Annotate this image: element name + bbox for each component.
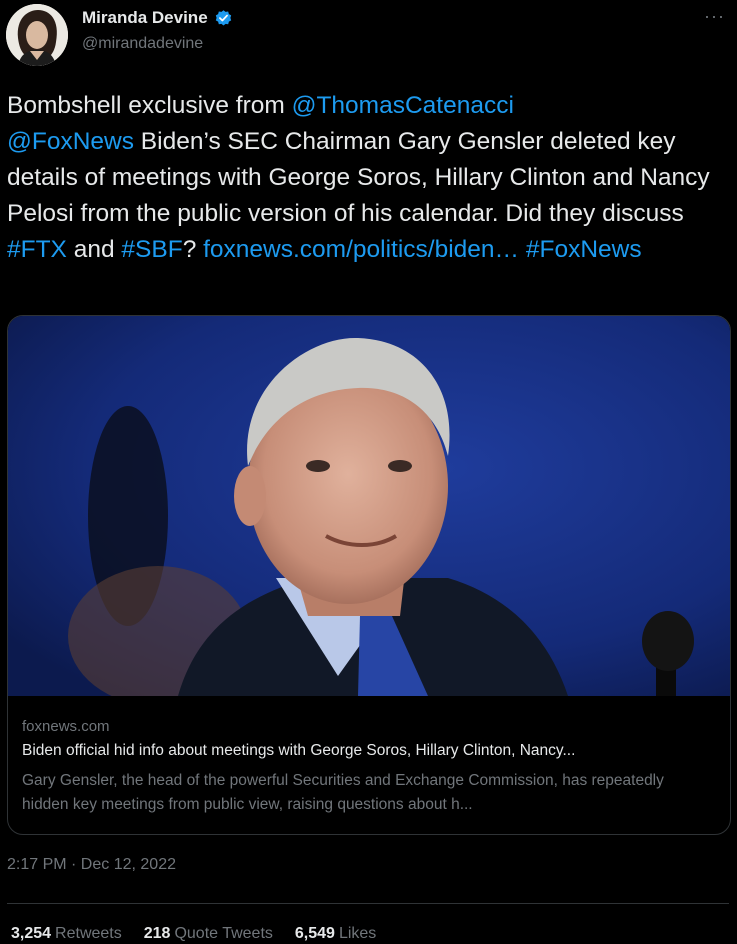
- tweet-stats: 3,254 Retweets 218 Quote Tweets 6,549 Likes: [11, 925, 376, 943]
- tweet-text: Bombshell exclusive from @ThomasCatenacc…: [7, 88, 727, 268]
- display-name[interactable]: Miranda Devine: [82, 8, 208, 28]
- hashtag-link[interactable]: #SBF: [121, 236, 182, 263]
- tweet-text-segment: [519, 236, 526, 263]
- likes-count: 6,549: [294, 925, 335, 942]
- divider: [7, 903, 729, 904]
- card-domain: foxnews.com: [22, 718, 110, 735]
- likes-stat[interactable]: 6,549 Likes: [295, 925, 376, 943]
- handle[interactable]: @mirandadevine: [82, 35, 203, 53]
- quote-tweets-label: Quote Tweets: [174, 925, 273, 942]
- tweet-text-segment: Bombshell exclusive from: [7, 92, 292, 119]
- mention-link[interactable]: @ThomasCatenacci: [292, 92, 514, 119]
- retweets-label: Retweets: [55, 925, 122, 942]
- quote-tweets-count: 218: [143, 925, 171, 942]
- retweets-count: 3,254: [11, 925, 52, 942]
- verified-badge-icon: [214, 9, 233, 28]
- card-image[interactable]: [8, 316, 730, 706]
- hashtag-link[interactable]: #FTX: [7, 236, 67, 263]
- quote-tweets-stat[interactable]: 218 Quote Tweets: [144, 925, 273, 943]
- url-link[interactable]: foxnews.com/politics/biden…: [203, 236, 519, 263]
- link-card[interactable]: foxnews.com Biden official hid info abou…: [7, 315, 731, 835]
- avatar[interactable]: [6, 4, 68, 66]
- card-title: Biden official hid info about meetings w…: [22, 742, 576, 759]
- likes-label: Likes: [338, 925, 377, 942]
- mention-link[interactable]: @FoxNews: [7, 128, 134, 155]
- retweets-stat[interactable]: 3,254 Retweets: [11, 925, 122, 943]
- tweet-text-segment: ?: [182, 236, 204, 263]
- hashtag-link[interactable]: #FoxNews: [526, 236, 642, 263]
- tweet-text-segment: and: [66, 236, 122, 263]
- more-options-icon[interactable]: ···: [704, 6, 725, 27]
- tweet-header: Miranda Devine @mirandadevine ···: [0, 0, 737, 80]
- card-body[interactable]: foxnews.com Biden official hid info abou…: [8, 696, 730, 834]
- timestamp[interactable]: 2:17 PM · Dec 12, 2022: [7, 856, 176, 874]
- card-description: Gary Gensler, the head of the powerful S…: [22, 772, 664, 813]
